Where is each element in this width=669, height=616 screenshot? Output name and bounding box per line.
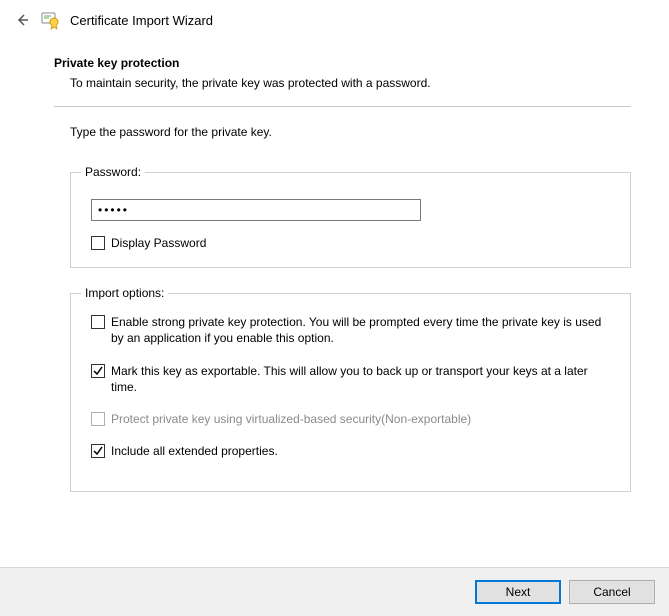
extended-props-checkbox[interactable] (91, 444, 105, 458)
exportable-checkbox[interactable] (91, 364, 105, 378)
password-input[interactable] (91, 199, 421, 221)
password-group-label: Password: (81, 165, 145, 179)
instruction-text: Type the password for the private key. (70, 125, 631, 139)
certificate-icon (40, 10, 60, 30)
display-password-label: Display Password (111, 235, 206, 251)
vbs-label: Protect private key using virtualized-ba… (111, 411, 471, 427)
cancel-button[interactable]: Cancel (569, 580, 655, 604)
strong-protection-label: Enable strong private key protection. Yo… (111, 314, 616, 346)
divider (54, 106, 631, 107)
wizard-window: Certificate Import Wizard Private key pr… (0, 0, 669, 616)
titlebar: Certificate Import Wizard (0, 0, 669, 36)
window-title: Certificate Import Wizard (70, 13, 213, 28)
back-arrow-icon[interactable] (14, 12, 30, 28)
content-area: Private key protection To maintain secur… (0, 36, 669, 567)
section-heading: Private key protection (54, 56, 631, 70)
strong-protection-checkbox[interactable] (91, 315, 105, 329)
exportable-label: Mark this key as exportable. This will a… (111, 363, 616, 395)
footer: Next Cancel (0, 567, 669, 616)
password-group: Password: Display Password (70, 165, 631, 268)
import-options-label: Import options: (81, 286, 168, 300)
next-button[interactable]: Next (475, 580, 561, 604)
extended-props-label: Include all extended properties. (111, 443, 278, 459)
display-password-checkbox[interactable] (91, 236, 105, 250)
vbs-checkbox (91, 412, 105, 426)
import-options-group: Import options: Enable strong private ke… (70, 286, 631, 492)
section-subheading: To maintain security, the private key wa… (70, 76, 631, 90)
